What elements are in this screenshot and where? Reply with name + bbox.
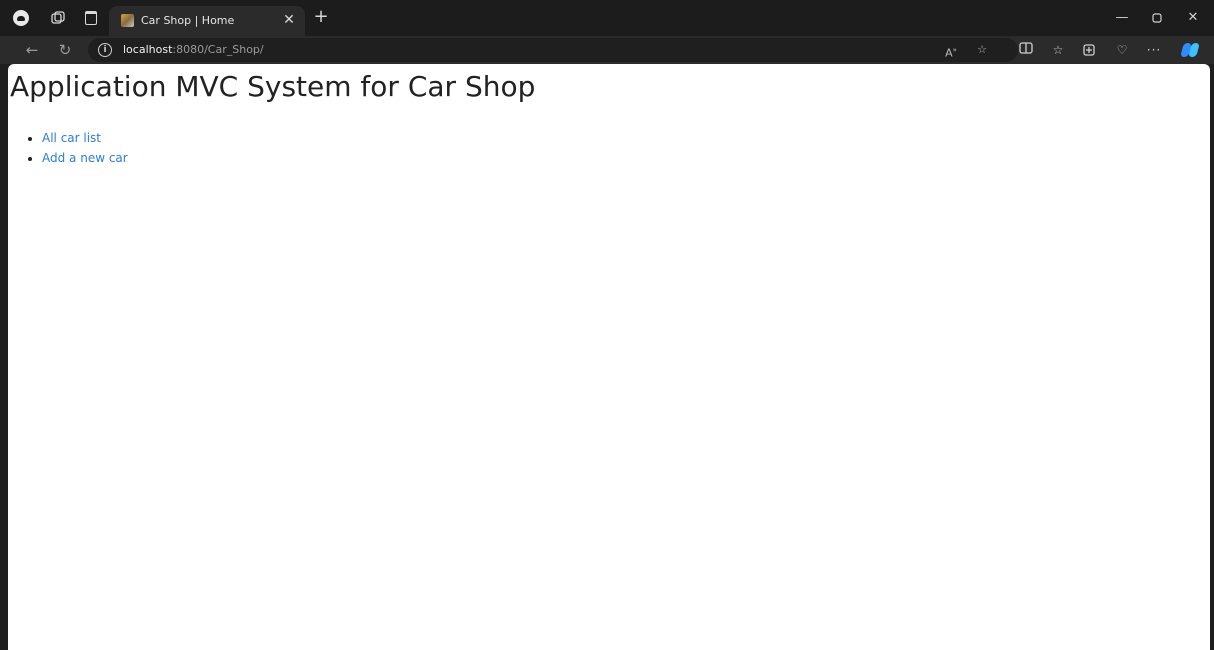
refresh-icon[interactable]: ↻ <box>55 40 75 60</box>
url-path: :8080/Car_Shop/ <box>172 43 264 56</box>
nav-list: All car list Add a new car <box>28 128 128 168</box>
add-new-car-link[interactable]: Add a new car <box>42 151 128 165</box>
tab-actions-icon[interactable] <box>83 10 99 26</box>
split-screen-icon[interactable] <box>1018 42 1034 58</box>
page-title: Application MVC System for Car Shop <box>10 70 536 103</box>
site-info-icon[interactable]: i <box>98 43 112 57</box>
all-car-list-link[interactable]: All car list <box>42 131 101 145</box>
workspaces-icon[interactable] <box>50 10 66 26</box>
new-tab-icon[interactable]: + <box>311 8 331 28</box>
close-tab-icon[interactable]: ✕ <box>281 11 297 29</box>
address-bar[interactable]: i localhost:8080/Car_Shop/ A» ☆ <box>88 38 1018 62</box>
more-icon[interactable]: ··· <box>1146 42 1162 58</box>
tab-active[interactable]: Car Shop | Home ✕ <box>109 6 305 36</box>
list-item: All car list <box>42 128 128 148</box>
read-aloud-icon[interactable]: A» <box>943 42 959 60</box>
browser-essentials-icon[interactable]: ♡ <box>1114 42 1130 58</box>
favorite-star-icon[interactable]: ☆ <box>974 42 990 58</box>
list-item: Add a new car <box>42 148 128 168</box>
back-icon[interactable]: ← <box>22 40 42 60</box>
tab-title: Car Shop | Home <box>141 14 235 27</box>
url-text[interactable]: localhost:8080/Car_Shop/ <box>123 43 264 56</box>
favorites-icon[interactable]: ☆ <box>1050 42 1066 58</box>
page-viewport: Application MVC System for Car Shop All … <box>8 64 1210 650</box>
profile-icon[interactable] <box>13 10 29 26</box>
url-host: localhost <box>123 43 173 56</box>
tab-strip: Car Shop | Home ✕ + — ✕ <box>0 0 1214 36</box>
close-window-icon[interactable]: ✕ <box>1183 8 1203 28</box>
restore-icon[interactable] <box>1147 8 1167 28</box>
favicon <box>121 14 134 27</box>
minimize-icon[interactable]: — <box>1112 8 1132 28</box>
copilot-icon[interactable] <box>1180 41 1200 59</box>
collections-icon[interactable] <box>1082 42 1098 58</box>
browser-toolbar: ← ↻ i localhost:8080/Car_Shop/ A» ☆ ☆ ♡ … <box>0 36 1214 64</box>
